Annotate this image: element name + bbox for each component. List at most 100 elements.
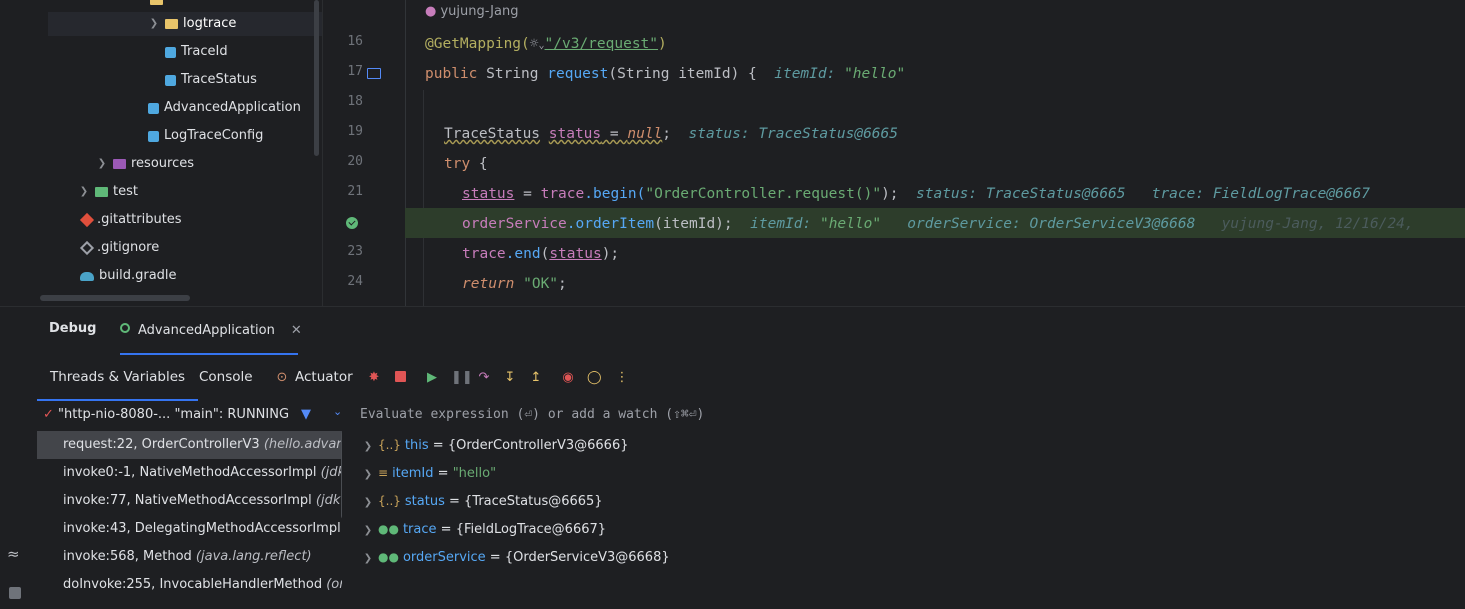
frames-panel: ✓ "http-nio-8080-... "main": RUNNING ▼ ⌄… (37, 403, 342, 609)
stack-frame[interactable]: request:22, OrderControllerV3 (hello.adv… (37, 431, 342, 459)
project-tree: ❯ logtrace TraceId TraceStatus AdvancedA… (0, 0, 322, 306)
tree-item-partial[interactable] (150, 0, 163, 12)
tree-item-traceid[interactable]: TraceId (165, 40, 228, 64)
spring-class-icon (148, 102, 159, 114)
stop-icon[interactable] (393, 371, 407, 385)
pause-icon[interactable]: ❚❚ (451, 371, 473, 385)
debug-tool-window: ≈ Debug AdvancedApplication ✕ Threads & … (0, 306, 1465, 609)
debug-subtabs: Threads & Variables Console ⊙ Actuator ✸… (37, 353, 1465, 401)
step-over-icon[interactable]: ↷ (477, 371, 491, 385)
class-icon (165, 46, 176, 58)
tree-item-resources[interactable]: ❯ resources (96, 152, 194, 176)
chevron-right-icon[interactable]: ❯ (362, 489, 374, 517)
run-config-icon (120, 323, 130, 333)
endpoint-icon[interactable] (367, 68, 381, 79)
step-out-icon[interactable]: ↥ (529, 371, 543, 385)
tab-threads-variables[interactable]: Threads & Variables (37, 353, 199, 401)
gradle-icon (80, 271, 94, 281)
breakpoint-icon[interactable] (346, 217, 358, 229)
stack-frame[interactable]: invoke:77, NativeMethodAccessorImpl (jdk… (37, 487, 342, 515)
tree-item-label: resources (131, 156, 195, 171)
tree-item-build-gradle[interactable]: build.gradle (80, 264, 177, 288)
code-editor[interactable]: ● yujung-Jang 16 17 18 19 20 21 23 24 @G… (322, 0, 1465, 306)
view-breakpoints-icon[interactable]: ◉ (561, 371, 575, 385)
user-icon: ● (425, 4, 437, 19)
code-line-16: @GetMapping(☼⌄"/v3/request") (425, 36, 667, 52)
stack-frame[interactable]: invoke:43, DelegatingMethodAccessorImpl … (37, 515, 342, 543)
indent-guide (423, 90, 424, 306)
chevron-right-icon[interactable]: ❯ (362, 461, 374, 489)
step-into-icon[interactable]: ↧ (503, 371, 517, 385)
mute-breakpoints-icon[interactable]: ◯ (587, 371, 602, 385)
tree-item-label: .gitattributes (97, 212, 182, 227)
variable-this[interactable]: ❯ {..} this = {OrderControllerV3@6666} (362, 431, 629, 459)
tree-item-gitattributes[interactable]: .gitattributes (79, 208, 182, 232)
code-line-23: trace.end(status); (462, 246, 620, 262)
tree-item-label: build.gradle (99, 268, 177, 283)
evaluate-expression-input[interactable]: Evaluate expression (⏎) or add a watch (… (360, 407, 704, 422)
chevron-right-icon[interactable]: ❯ (362, 517, 374, 545)
tree-item-advancedapplication[interactable]: AdvancedApplication (148, 96, 301, 120)
actuator-icon: ⊙ (276, 370, 288, 385)
code-line-21: status = trace.begin("OrderController.re… (462, 186, 1370, 202)
line-number: 17 (347, 64, 363, 79)
side-toolbar: ≈ (0, 307, 30, 609)
chevron-right-icon[interactable]: ❯ (96, 152, 108, 176)
globe-icon[interactable]: ☼ (530, 36, 539, 52)
resume-icon[interactable]: ▶ (425, 371, 439, 385)
tree-item-test[interactable]: ❯ test (78, 180, 138, 204)
tree-item-logtraceconfig[interactable]: LogTraceConfig (148, 124, 263, 148)
tree-item-label: LogTraceConfig (164, 128, 264, 143)
services-icon[interactable]: ≈ (7, 545, 20, 563)
chevron-down-icon[interactable]: ⌄ (333, 405, 342, 418)
tree-horizontal-scrollbar[interactable] (40, 295, 190, 301)
code-line-20: try { (444, 156, 488, 172)
tree-item-label: .gitignore (97, 240, 160, 255)
stack-frame[interactable]: doInvoke:255, InvocableHandlerMethod (or… (37, 571, 342, 599)
tree-item-label: TraceStatus (181, 72, 257, 87)
close-icon[interactable]: ✕ (291, 323, 302, 338)
class-icon (165, 74, 176, 86)
object-icon: {..} (378, 494, 401, 508)
tree-item-logtrace[interactable]: ❯ logtrace (48, 12, 322, 36)
line-number: 16 (347, 34, 363, 49)
debug-title: Debug (49, 321, 97, 336)
variables-panel: Evaluate expression (⏎) or add a watch (… (350, 403, 1465, 609)
variable-itemid[interactable]: ❯ ≡ itemId = "hello" (362, 459, 496, 487)
thread-selector[interactable]: ✓ "http-nio-8080-... "main": RUNNING (43, 403, 289, 427)
more-options-icon[interactable]: ⋮ (615, 371, 629, 385)
folder-icon (165, 19, 178, 29)
field-icon: ≡ (378, 466, 389, 480)
editor-gutter-divider (405, 0, 406, 306)
stack-frame[interactable]: invoke0:-1, NativeMethodAccessorImpl (jd… (37, 459, 342, 487)
tree-item-gitignore[interactable]: .gitignore (79, 236, 160, 260)
watch-glasses-icon: ●● (378, 522, 399, 536)
chevron-right-icon[interactable]: ❯ (362, 545, 374, 573)
variable-orderservice[interactable]: ❯ ●● orderService = {OrderServiceV3@6668} (362, 543, 670, 571)
test-folder-icon (95, 187, 108, 197)
tab-actuator[interactable]: Actuator (295, 353, 353, 401)
tree-vertical-scrollbar[interactable] (314, 0, 319, 156)
line-number: 23 (347, 244, 363, 259)
code-line-17: public String request(String itemId) { i… (425, 66, 906, 82)
stack-frame[interactable]: invoke:568, Method (java.lang.reflect) (37, 543, 342, 571)
chevron-right-icon[interactable]: ❯ (362, 433, 374, 461)
author-hint[interactable]: ● yujung-Jang (425, 4, 518, 19)
variable-status[interactable]: ❯ {..} status = {TraceStatus@6665} (362, 487, 603, 515)
debug-header: Debug AdvancedApplication ✕ (37, 307, 1465, 355)
rerun-debug-icon[interactable]: ✸ (367, 371, 381, 385)
terminal-icon[interactable] (9, 587, 21, 599)
frames-scrollbar[interactable] (341, 431, 342, 519)
git-icon (79, 212, 95, 228)
code-line-19: TraceStatus status = null; status: Trace… (444, 126, 898, 142)
filter-icon[interactable]: ▼ (301, 407, 311, 422)
tree-item-tracestatus[interactable]: TraceStatus (165, 68, 257, 92)
object-icon: {..} (378, 438, 401, 452)
variable-trace[interactable]: ❯ ●● trace = {FieldLogTrace@6667} (362, 515, 606, 543)
tree-item-label: test (113, 184, 138, 199)
tree-item-label: TraceId (181, 44, 228, 59)
chevron-right-icon[interactable]: ❯ (148, 12, 160, 36)
session-tab-advancedapplication[interactable]: AdvancedApplication ✕ (120, 307, 302, 355)
tab-console[interactable]: Console (199, 353, 253, 401)
chevron-right-icon[interactable]: ❯ (78, 180, 90, 204)
